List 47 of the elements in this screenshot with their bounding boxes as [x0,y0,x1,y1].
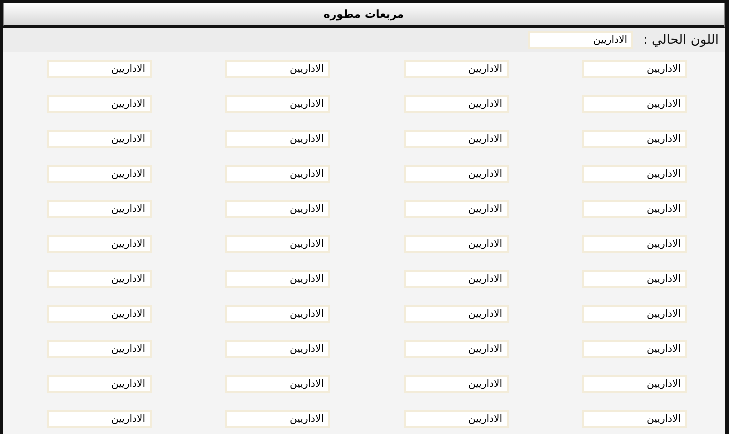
text-field[interactable]: الاداريين [404,95,508,113]
window-title: مربعات مطوره [324,8,404,20]
text-field[interactable]: الاداريين [404,305,508,323]
text-field[interactable]: الاداريين [404,375,508,393]
text-field[interactable]: الاداريين [46,305,152,323]
text-field[interactable]: الاداريين [225,130,330,148]
current-color-field[interactable]: الاداريين [528,31,634,49]
text-field[interactable]: الاداريين [404,165,508,183]
text-field[interactable]: الاداريين [404,410,508,428]
text-field[interactable]: الاداريين [582,165,687,183]
text-field[interactable]: الاداريين [582,340,687,358]
text-field[interactable]: الاداريين [46,410,152,428]
text-field[interactable]: الاداريين [46,60,152,78]
text-field[interactable]: الاداريين [225,235,330,253]
text-field[interactable]: الاداريين [404,235,508,253]
text-field[interactable]: الاداريين [225,165,330,183]
text-field[interactable]: الاداريين [582,270,687,288]
text-field[interactable]: الاداريين [225,410,330,428]
text-field[interactable]: الاداريين [225,375,330,393]
text-field[interactable]: الاداريين [582,95,687,113]
text-field[interactable]: الاداريين [582,130,687,148]
text-field[interactable]: الاداريين [225,60,330,78]
text-field[interactable]: الاداريين [582,410,687,428]
text-field[interactable]: الاداريين [225,270,330,288]
text-field[interactable]: الاداريين [582,60,687,78]
text-field[interactable]: الاداريين [46,375,152,393]
text-field[interactable]: الاداريين [582,305,687,323]
text-field[interactable]: الاداريين [582,375,687,393]
text-field[interactable]: الاداريين [46,270,152,288]
text-field[interactable]: الاداريين [225,95,330,113]
text-field[interactable]: الاداريين [404,60,508,78]
text-field[interactable]: الاداريين [46,95,152,113]
text-field[interactable]: الاداريين [46,130,152,148]
text-field[interactable]: الاداريين [225,305,330,323]
text-field[interactable]: الاداريين [582,200,687,218]
text-field[interactable]: الاداريين [404,200,508,218]
text-field[interactable]: الاداريين [46,340,152,358]
text-field[interactable]: الاداريين [46,200,152,218]
text-field[interactable]: الاداريين [46,165,152,183]
text-field[interactable]: الاداريين [404,340,508,358]
text-field[interactable]: الاداريين [46,235,152,253]
text-field[interactable]: الاداريين [582,235,687,253]
text-field[interactable]: الاداريين [225,340,330,358]
current-color-label: اللون الحالي : [643,32,719,48]
text-field[interactable]: الاداريين [404,270,508,288]
text-field[interactable]: الاداريين [404,130,508,148]
text-field[interactable]: الاداريين [225,200,330,218]
